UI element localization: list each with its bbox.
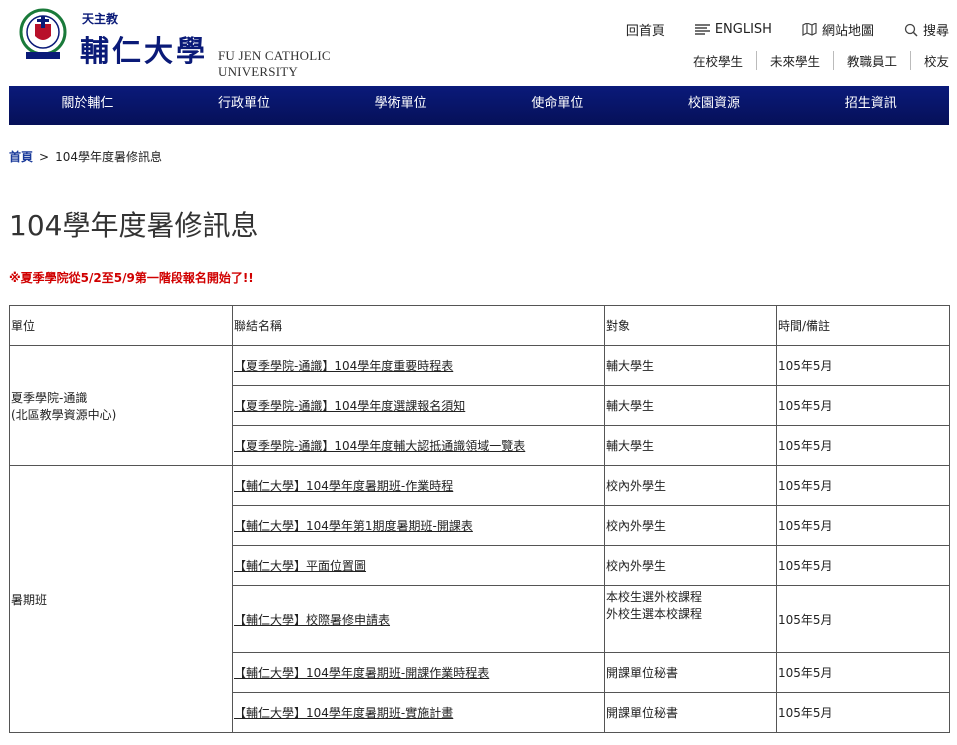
audience-links: 在校學生 未來學生 教職員工 校友	[680, 51, 949, 70]
university-logo[interactable]: 天主教 輔仁大學 FU JEN CATHOLIC UNIVERSITY	[14, 4, 414, 79]
row-target: 校內外學生	[604, 465, 777, 506]
nav-mission[interactable]: 使命單位	[479, 86, 636, 125]
search-icon	[904, 23, 918, 37]
nav-about[interactable]: 關於輔仁	[9, 86, 166, 125]
row-time: 105年5月	[776, 545, 950, 586]
row-link[interactable]: 【夏季學院-通識】104學年度選課報名須知	[234, 399, 465, 413]
row-link[interactable]: 【輔仁大學】平面位置圖	[234, 559, 366, 573]
summer-course-table: 單位 聯結名稱 對象 時間/備註 夏季學院-通識 (北區教學資源中心) 【夏季學院…	[9, 305, 950, 733]
row-target-line: 本校生選外校課程	[606, 590, 703, 604]
audience-alumni[interactable]: 校友	[909, 51, 949, 70]
nav-campus-resources[interactable]: 校園資源	[636, 86, 793, 125]
row-target: 輔大學生	[604, 345, 777, 386]
sitemap-link[interactable]: 網站地圖	[802, 20, 874, 39]
row-target: 校內外學生	[604, 505, 777, 546]
unit-subname: (北區教學資源中心)	[11, 407, 117, 422]
header-unit: 單位	[9, 305, 233, 346]
row-time: 105年5月	[776, 345, 950, 386]
row-link[interactable]: 【夏季學院-通識】104學年度重要時程表	[234, 359, 453, 373]
table-header-row: 單位 聯結名稱 對象 時間/備註	[9, 305, 950, 346]
row-target: 本校生選外校課程 外校生選本校課程	[604, 585, 777, 653]
row-time: 105年5月	[776, 465, 950, 506]
row-link[interactable]: 【輔仁大學】104學年度暑期班-實施計畫	[234, 706, 453, 720]
row-target: 輔大學生	[604, 425, 777, 466]
breadcrumb-separator: >	[39, 150, 50, 164]
english-link[interactable]: ENGLISH	[694, 22, 772, 37]
search-link-label: 搜尋	[922, 24, 949, 39]
header-target: 對象	[604, 305, 777, 346]
nav-academics[interactable]: 學術單位	[322, 86, 479, 125]
home-link-label: 回首頁	[625, 24, 665, 39]
site-header: 天主教 輔仁大學 FU JEN CATHOLIC UNIVERSITY 回首頁 …	[0, 0, 957, 86]
row-link[interactable]: 【輔仁大學】校際暑修申請表	[234, 613, 390, 627]
nav-administration[interactable]: 行政單位	[166, 86, 323, 125]
row-time: 105年5月	[776, 385, 950, 426]
row-link[interactable]: 【輔仁大學】104學年度暑期班-作業時程	[234, 479, 453, 493]
row-target: 輔大學生	[604, 385, 777, 426]
table-row: 暑期班 【輔仁大學】104學年度暑期班-作業時程 校內外學生 105年5月	[9, 465, 950, 733]
row-target: 開課單位秘書	[604, 652, 777, 693]
sitemap-link-label: 網站地圖	[821, 24, 874, 39]
row-link[interactable]: 【輔仁大學】104學年度暑期班-開課作業時程表	[234, 666, 489, 680]
unit-name: 夏季學院-通識	[11, 390, 88, 405]
row-time: 105年5月	[776, 652, 950, 693]
nav-admissions[interactable]: 招生資訊	[792, 86, 949, 125]
search-link[interactable]: 搜尋	[904, 20, 949, 39]
audience-future-students[interactable]: 未來學生	[755, 51, 833, 70]
seal-logo	[19, 8, 67, 59]
table-row: 夏季學院-通識 (北區教學資源中心) 【夏季學院-通識】104學年度重要時程表 輔…	[9, 345, 950, 466]
main-nav: 關於輔仁 行政單位 學術單位 使命單位 校園資源 招生資訊	[9, 86, 949, 125]
row-target: 開課單位秘書	[604, 692, 777, 733]
row-time: 105年5月	[776, 505, 950, 546]
row-link[interactable]: 【輔仁大學】104學年第1期度暑期班-開課表	[234, 519, 473, 533]
row-target: 校內外學生	[604, 545, 777, 586]
row-target-line: 外校生選本校課程	[606, 607, 703, 621]
notice-text: ※夏季學院從5/2至5/9第一階段報名開始了!!	[9, 271, 254, 285]
header-time: 時間/備註	[776, 305, 950, 346]
utility-links: 回首頁 ENGLISH 網站地圖 搜尋	[626, 20, 949, 39]
page-title: 104學年度暑修訊息	[9, 209, 259, 242]
breadcrumb-current: 104學年度暑修訊息	[55, 150, 162, 164]
row-time: 105年5月	[776, 425, 950, 466]
map-icon	[802, 23, 817, 36]
breadcrumb-home[interactable]: 首頁	[9, 150, 33, 164]
home-link[interactable]: 回首頁	[626, 20, 665, 39]
row-link[interactable]: 【夏季學院-通識】104學年度輔大認抵通識領域一覽表	[234, 439, 525, 453]
header-link-name: 聯結名稱	[232, 305, 605, 346]
menu-lines-icon	[694, 23, 710, 35]
audience-current-students[interactable]: 在校學生	[680, 51, 756, 70]
logo-tagline: 天主教	[82, 12, 119, 26]
audience-faculty-staff[interactable]: 教職員工	[832, 51, 910, 70]
unit-cell-summer-college: 夏季學院-通識 (北區教學資源中心)	[9, 345, 233, 466]
logo-name-english: FU JEN CATHOLIC UNIVERSITY	[218, 48, 331, 79]
row-time: 105年5月	[776, 692, 950, 733]
logo-name-chinese: 輔仁大學	[80, 34, 209, 68]
english-link-label: ENGLISH	[714, 22, 772, 37]
unit-cell-summer-session: 暑期班	[9, 465, 233, 733]
breadcrumb: 首頁 >104學年度暑修訊息	[9, 148, 162, 165]
row-time: 105年5月	[776, 585, 950, 653]
